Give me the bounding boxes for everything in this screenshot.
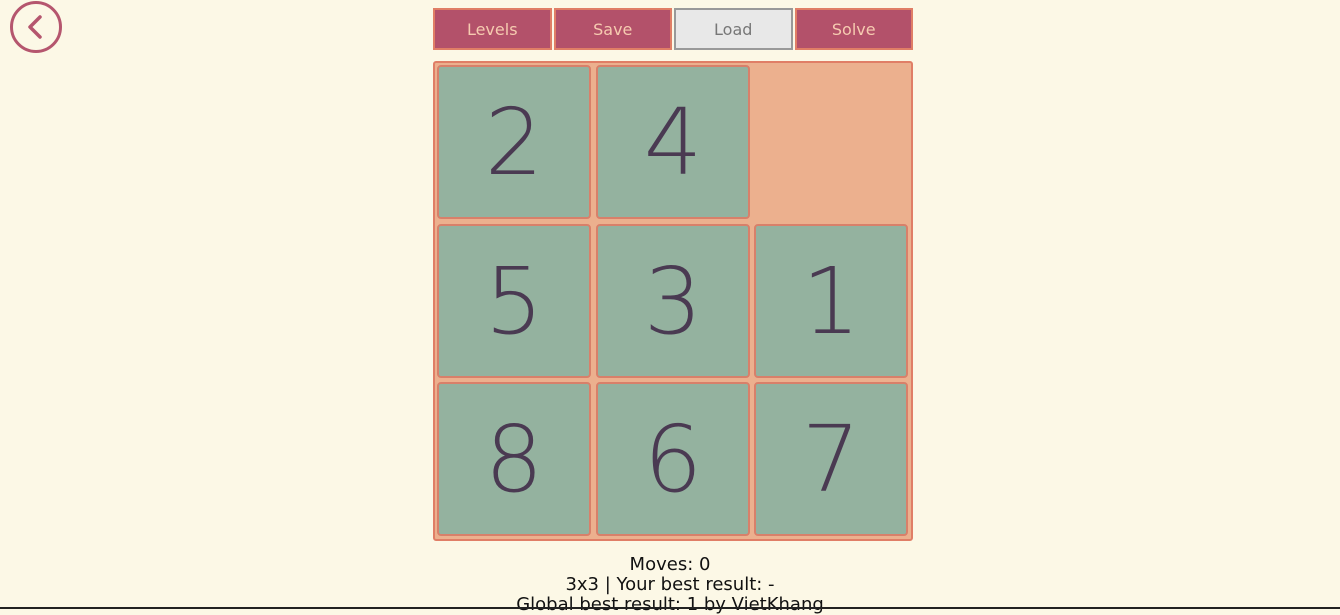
best-result: 3x3 | Your best result: - bbox=[565, 574, 775, 595]
puzzle-tile[interactable]: 7 bbox=[754, 382, 908, 536]
global-best-result: Global best result: 1 by VietKhang bbox=[516, 594, 824, 615]
chevron-left-icon bbox=[28, 15, 42, 39]
stats-panel: Moves: 0 3x3 | Your best result: - Globa… bbox=[0, 555, 1340, 615]
back-button[interactable] bbox=[10, 1, 62, 53]
puzzle-tile[interactable]: 4 bbox=[596, 65, 750, 219]
puzzle-tile[interactable]: 2 bbox=[437, 65, 591, 219]
puzzle-tile[interactable]: 5 bbox=[437, 224, 591, 378]
puzzle-tile[interactable]: 6 bbox=[596, 382, 750, 536]
toolbar: Levels Save Load Solve bbox=[433, 8, 913, 50]
puzzle-tile[interactable]: 8 bbox=[437, 382, 591, 536]
save-button[interactable]: Save bbox=[553, 8, 672, 50]
moves-counter: Moves: 0 bbox=[629, 554, 711, 575]
puzzle-tile[interactable]: 3 bbox=[596, 224, 750, 378]
solve-button[interactable]: Solve bbox=[794, 8, 913, 50]
load-button[interactable]: Load bbox=[674, 8, 793, 50]
puzzle-tile[interactable]: 1 bbox=[754, 224, 908, 378]
puzzle-board: 2 4 5 3 1 8 6 7 bbox=[433, 61, 913, 541]
levels-button[interactable]: Levels bbox=[433, 8, 552, 50]
